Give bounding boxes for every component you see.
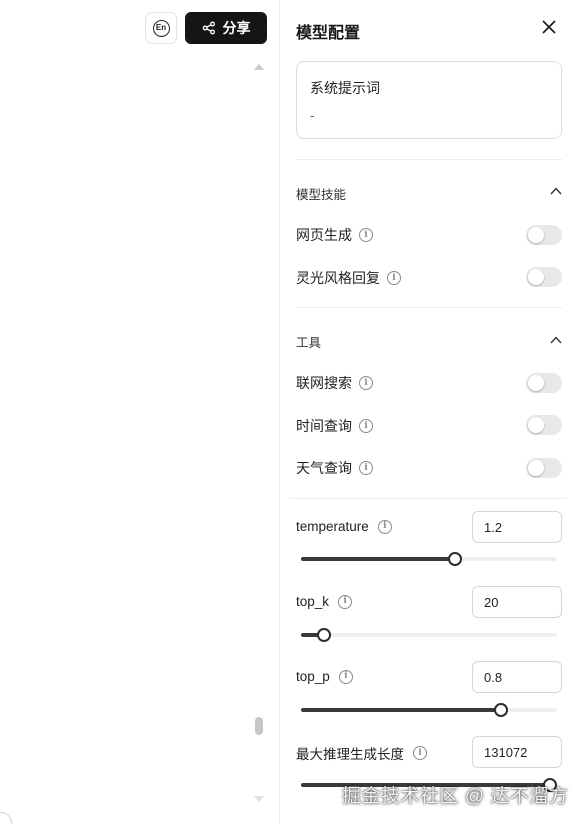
skill-web-gen-toggle[interactable] <box>526 225 562 245</box>
tool-web-search-label: 联网搜索 <box>296 375 352 391</box>
tool-time-row: 时间查询 i <box>296 416 373 436</box>
slider-handle[interactable] <box>447 552 462 566</box>
divider <box>296 307 562 308</box>
info-icon[interactable]: i <box>387 271 401 285</box>
toggle-knob <box>528 375 544 391</box>
param-top-p-row: top_p i <box>296 669 353 684</box>
param-temperature-label: temperature <box>296 519 369 534</box>
share-icon <box>202 21 215 35</box>
chevron-up-icon[interactable] <box>550 336 562 344</box>
slider-handle[interactable] <box>317 628 332 642</box>
top-p-input[interactable]: 0.8 <box>472 661 562 693</box>
temperature-input[interactable]: 1.2 <box>472 511 562 543</box>
slider-fill <box>301 708 501 712</box>
tools-section-title: 工具 <box>296 336 322 350</box>
slider-handle[interactable] <box>493 703 508 717</box>
scroll-up-arrow-icon[interactable] <box>254 64 264 70</box>
system-prompt-box[interactable]: 系统提示词 - <box>296 61 562 139</box>
toggle-knob <box>528 269 544 285</box>
top-p-slider[interactable] <box>301 703 557 717</box>
share-button[interactable]: 分享 <box>185 12 267 44</box>
tool-weather-toggle[interactable] <box>526 458 562 478</box>
temperature-slider[interactable] <box>301 552 557 566</box>
close-icon[interactable] <box>542 20 556 34</box>
skill-lingguang-row: 灵光风格回复 i <box>296 268 401 288</box>
info-icon[interactable]: i <box>338 669 353 684</box>
skill-lingguang-label: 灵光风格回复 <box>296 270 380 286</box>
divider <box>290 498 566 499</box>
info-icon[interactable]: i <box>338 594 353 609</box>
skill-web-gen-row: 网页生成 i <box>296 225 373 245</box>
skill-lingguang-toggle[interactable] <box>526 267 562 287</box>
param-top-k-row: top_k i <box>296 594 353 609</box>
system-prompt-label: 系统提示词 <box>310 80 380 96</box>
corner-circle-icon <box>0 812 12 824</box>
watermark-text: 掘金技术社区 @ 达不溜方 <box>342 786 569 807</box>
param-max-length-row: 最大推理生成长度 i <box>296 743 427 763</box>
chevron-up-icon[interactable] <box>550 187 562 195</box>
share-label: 分享 <box>222 20 251 36</box>
skill-web-gen-label: 网页生成 <box>296 227 352 243</box>
tool-time-label: 时间查询 <box>296 418 352 434</box>
toggle-knob <box>528 227 544 243</box>
divider <box>296 159 562 160</box>
tool-weather-label: 天气查询 <box>296 460 352 476</box>
toggle-knob <box>528 460 544 476</box>
max-length-input[interactable]: 131072 <box>472 736 562 768</box>
model-config-panel: 模型配置 系统提示词 - 模型技能 网页生成 i 灵光风格回复 i 工具 联网搜… <box>279 0 588 824</box>
slider-fill <box>301 557 455 561</box>
language-toggle-button[interactable]: En <box>145 12 177 44</box>
tool-web-search-toggle[interactable] <box>526 373 562 393</box>
system-prompt-value: - <box>310 108 315 123</box>
app-root: En 分享 模型配置 系统提示词 - 模型技能 网页生成 i 灵光风格回复 i … <box>0 0 588 824</box>
info-icon[interactable]: i <box>359 376 373 390</box>
info-icon[interactable]: i <box>359 228 373 242</box>
scroll-down-arrow-icon[interactable] <box>254 796 264 802</box>
toggle-knob <box>528 417 544 433</box>
tool-time-toggle[interactable] <box>526 415 562 435</box>
info-icon[interactable]: i <box>413 746 427 760</box>
top-k-slider[interactable] <box>301 628 557 642</box>
scrollbar-thumb[interactable] <box>255 717 263 735</box>
panel-title: 模型配置 <box>296 25 361 42</box>
param-top-p-label: top_p <box>296 669 330 684</box>
info-icon[interactable]: i <box>359 461 373 475</box>
param-max-length-label: 最大推理生成长度 <box>296 747 404 762</box>
language-icon: En <box>152 19 170 37</box>
tool-weather-row: 天气查询 i <box>296 458 373 478</box>
tool-web-search-row: 联网搜索 i <box>296 373 373 393</box>
chat-pane: En 分享 <box>0 0 279 824</box>
top-k-input[interactable]: 20 <box>472 586 562 618</box>
info-icon[interactable]: i <box>359 419 373 433</box>
skills-section-title: 模型技能 <box>296 188 347 202</box>
param-temperature-row: temperature i <box>296 519 392 534</box>
info-icon[interactable]: i <box>377 519 392 534</box>
param-top-k-label: top_k <box>296 594 330 609</box>
